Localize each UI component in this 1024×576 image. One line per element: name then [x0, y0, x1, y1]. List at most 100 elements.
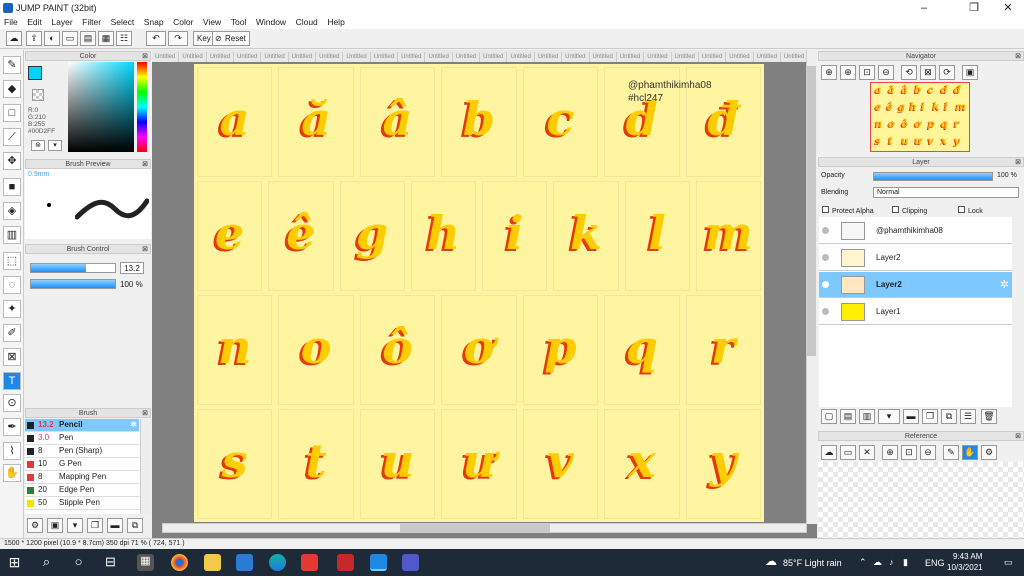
brush-menu-icon[interactable]: ▾: [67, 518, 83, 533]
menu-color[interactable]: Color: [173, 16, 193, 29]
lock-checkbox[interactable]: Lock: [958, 206, 983, 215]
brush-list-scrollbar[interactable]: [140, 419, 151, 514]
jump-paint-icon[interactable]: [370, 554, 387, 571]
drawing-canvas[interactable]: aăâbcdđeêghiklmnoôơpqrstuưvxy: [194, 64, 764, 522]
layer-opacity-slider[interactable]: [873, 172, 993, 181]
brush-copy-icon[interactable]: ❐: [87, 518, 103, 533]
zoom-in-icon[interactable]: ⊕: [840, 65, 856, 80]
minimize-button[interactable]: –: [910, 1, 938, 15]
language-indicator[interactable]: ENG: [925, 558, 945, 568]
settings-icon[interactable]: ⚙: [981, 445, 997, 460]
background-color-swatch[interactable]: [32, 89, 44, 101]
zoom-icon[interactable]: ⊕: [821, 65, 837, 80]
menu-window[interactable]: Window: [256, 16, 286, 29]
tab-untitled[interactable]: Untitled: [371, 52, 399, 62]
select-rect-tool-icon[interactable]: ⬚: [3, 252, 21, 270]
zoom-out-icon[interactable]: ⊖: [920, 445, 936, 460]
tab-untitled[interactable]: Untitled: [562, 52, 590, 62]
close-icon[interactable]: ⊠: [1015, 52, 1021, 61]
brush-folder-icon[interactable]: ▬: [107, 518, 123, 533]
eraser-tool-icon[interactable]: ◆: [3, 80, 21, 98]
speaker-icon[interactable]: ♪: [889, 557, 894, 567]
app-icon[interactable]: [337, 554, 354, 571]
menu-filter[interactable]: Filter: [82, 16, 101, 29]
color-wheel-icon[interactable]: ⊛: [31, 140, 45, 151]
menu-edit[interactable]: Edit: [27, 16, 42, 29]
brush-opacity-slider[interactable]: [30, 279, 116, 289]
brush-delete-icon[interactable]: ⧉: [127, 518, 143, 533]
close-button[interactable]: ✕: [994, 1, 1022, 15]
document-icon[interactable]: ▤: [80, 31, 96, 46]
select-eraser-tool-icon[interactable]: ⊠: [3, 348, 21, 366]
close-icon[interactable]: ⊠: [142, 409, 148, 418]
fill-rect-tool-icon[interactable]: ■: [3, 178, 21, 196]
tab-untitled[interactable]: Untitled: [234, 52, 262, 62]
brush-item[interactable]: 20 Edge Pen: [25, 484, 139, 497]
tab-untitled[interactable]: Untitled: [152, 52, 180, 62]
tab-untitled[interactable]: Untitled: [726, 52, 754, 62]
tab-untitled[interactable]: Untitled: [617, 52, 645, 62]
store-icon[interactable]: ▦: [137, 554, 154, 571]
tab-untitled[interactable]: Untitled: [781, 52, 809, 62]
app-icon[interactable]: [301, 554, 318, 571]
layer-item[interactable]: Layer2: [819, 245, 1012, 271]
tab-untitled[interactable]: Untitled: [179, 52, 207, 62]
redo-icon[interactable]: ↷: [168, 31, 188, 46]
foreground-color-swatch[interactable]: [28, 66, 42, 80]
undo-icon[interactable]: ↶: [146, 31, 166, 46]
magic-wand-tool-icon[interactable]: ✦: [3, 300, 21, 318]
pen-icon[interactable]: ✎: [943, 445, 959, 460]
tab-untitled[interactable]: Untitled: [425, 52, 453, 62]
tab-untitled[interactable]: Untitled: [453, 52, 481, 62]
reset-button[interactable]: ⊘ Reset: [212, 31, 250, 46]
duplicate-layer-icon[interactable]: ❐: [922, 409, 938, 424]
new-layer-1bit-icon[interactable]: ▥: [859, 409, 875, 424]
brush-tool-icon[interactable]: ✎: [3, 56, 21, 74]
close-icon[interactable]: ⊠: [1015, 158, 1021, 167]
tab-untitled[interactable]: Untitled: [754, 52, 781, 62]
brush-size-input[interactable]: 13.2: [120, 262, 144, 274]
tab-untitled[interactable]: Untitled: [699, 52, 727, 62]
bucket-tool-icon[interactable]: ◈: [3, 202, 21, 220]
clock-time[interactable]: 9:43 AM: [953, 552, 982, 561]
menu-file[interactable]: File: [4, 16, 18, 29]
brush-item[interactable]: 8 Mapping Pen: [25, 471, 139, 484]
palette-icon[interactable]: ▾: [48, 140, 62, 151]
gear-icon[interactable]: ✲: [130, 419, 137, 431]
save-icon[interactable]: ▦: [98, 31, 114, 46]
tab-untitled[interactable]: Untitled: [343, 52, 371, 62]
notification-icon[interactable]: ▭: [1004, 557, 1013, 568]
task-view-icon[interactable]: ○: [70, 554, 87, 571]
protect-alpha-checkbox[interactable]: Protect Alpha: [822, 206, 874, 215]
reset-view-icon[interactable]: ⊠: [920, 65, 936, 80]
close-icon[interactable]: ⊠: [142, 245, 148, 254]
zoom-in-icon[interactable]: ⊕: [882, 445, 898, 460]
settings-icon[interactable]: ☷: [116, 31, 132, 46]
rotate-right-icon[interactable]: ⟳: [939, 65, 955, 80]
tab-untitled[interactable]: Untitled: [207, 52, 235, 62]
layer-item[interactable]: Layer1: [819, 299, 1012, 325]
fit-icon[interactable]: ⊡: [901, 445, 917, 460]
text-tool-icon[interactable]: T: [3, 372, 21, 390]
network-icon[interactable]: ▮: [903, 557, 908, 568]
gear-icon[interactable]: ✲: [1000, 278, 1009, 291]
weather-text[interactable]: 85°F Light rain: [783, 558, 842, 568]
brush-item[interactable]: 8 Pen (Sharp): [25, 445, 139, 458]
search-icon[interactable]: ⌕: [38, 554, 55, 571]
select-pen-tool-icon[interactable]: ✐: [3, 324, 21, 342]
clipping-checkbox[interactable]: Clipping: [892, 206, 927, 215]
maximize-button[interactable]: ❐: [960, 1, 988, 15]
edge-icon[interactable]: [269, 554, 286, 571]
brush-item[interactable]: 50 Stipple Pen: [25, 497, 139, 510]
move-tool-icon[interactable]: ✥: [3, 152, 21, 170]
merge-layer-icon[interactable]: ⧉: [941, 409, 957, 424]
vertical-scroll-thumb[interactable]: [807, 66, 816, 356]
layer-item[interactable]: Layer2 ✲: [819, 272, 1012, 298]
layer-folder-icon[interactable]: ▬: [903, 409, 919, 424]
tab-untitled[interactable]: Untitled: [289, 52, 317, 62]
windows-start-icon[interactable]: ⊞: [6, 554, 23, 571]
reference-canvas[interactable]: [818, 462, 1024, 538]
widgets-icon[interactable]: ⊟: [102, 554, 119, 571]
blending-select[interactable]: Normal: [873, 187, 1019, 198]
eyedropper-tool-icon[interactable]: ⊙: [3, 394, 21, 412]
